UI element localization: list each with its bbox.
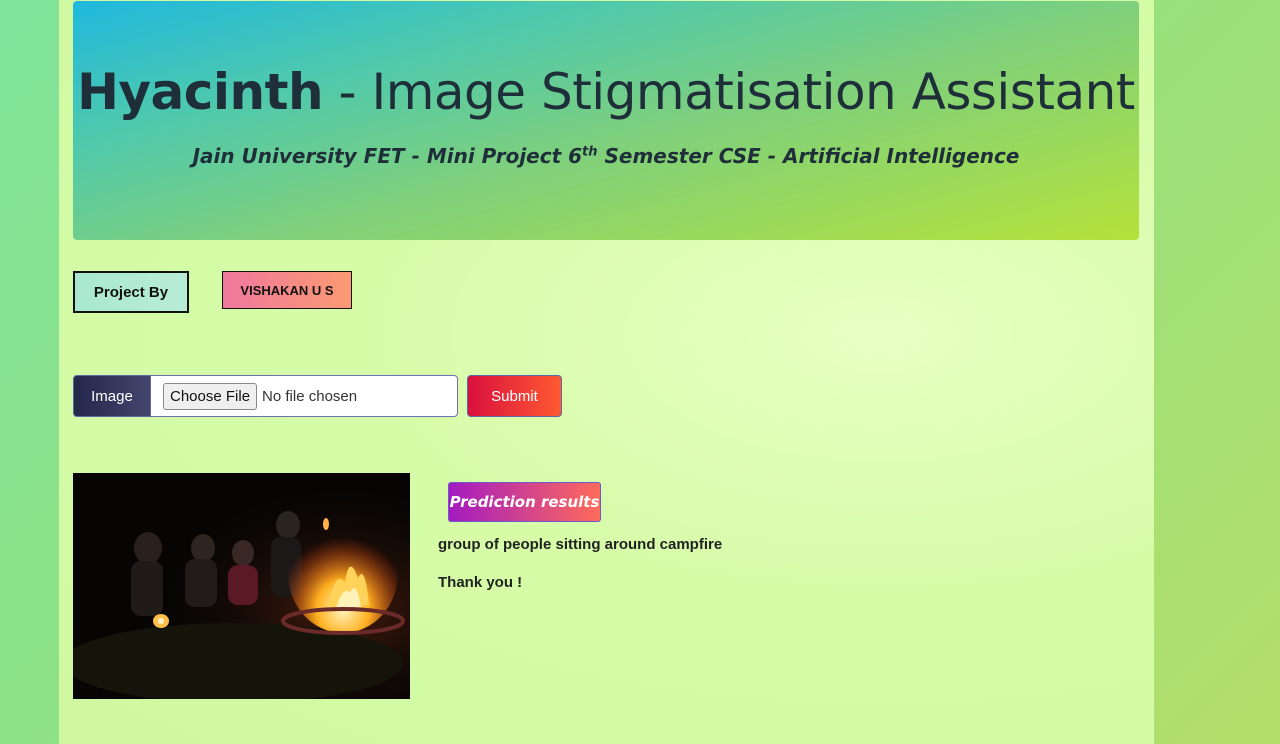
header-banner: Hyacinth - Image Stigmatisation Assistan… (73, 1, 1139, 240)
subtitle-superscript: th (582, 144, 598, 160)
uploaded-image (73, 473, 410, 699)
image-upload-group: Image Choose File No file chosen (73, 375, 458, 417)
brand-name: Hyacinth (77, 63, 324, 121)
file-status-text: No file chosen (262, 387, 358, 405)
subtitle-text: Jain University FET - Mini Project 6 (192, 144, 583, 168)
title-text: - Image Stigmatisation Assistant (323, 63, 1136, 121)
file-input[interactable]: Choose File No file chosen (151, 375, 458, 417)
prediction-text: group of people sitting around campfire (438, 536, 723, 553)
submit-button[interactable]: Submit (467, 375, 562, 417)
page-title: Hyacinth - Image Stigmatisation Assistan… (73, 63, 1139, 121)
choose-file-button[interactable]: Choose File (163, 382, 258, 410)
campfire-image (73, 473, 410, 699)
thank-you-text: Thank you ! (438, 574, 523, 591)
subtitle-text-end: Semester CSE - Artificial Intelligence (597, 144, 1020, 168)
project-by-label: Project By (73, 271, 189, 313)
author-badge: VISHAKAN U S (222, 271, 352, 309)
page-subtitle: Jain University FET - Mini Project 6th S… (73, 144, 1139, 168)
prediction-results-badge: Prediction results (448, 482, 601, 522)
image-input-label: Image (73, 375, 151, 417)
page-container: Hyacinth - Image Stigmatisation Assistan… (59, 0, 1154, 744)
